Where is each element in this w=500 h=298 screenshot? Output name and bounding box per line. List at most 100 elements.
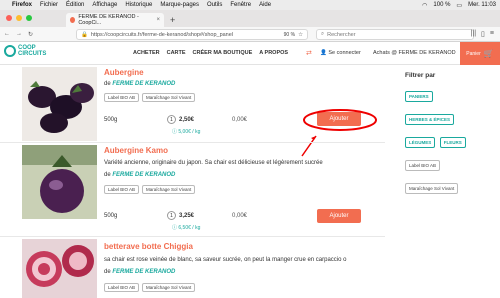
url-text: https://coopcircuits.fr/ferme-de-keranod… — [90, 31, 234, 38]
filter-title: Filtrer par — [405, 72, 436, 79]
product-price: 1 3,25€ — [167, 211, 194, 220]
product-title[interactable]: betterave botte Chiggia — [104, 242, 193, 251]
toolbar-icons: ||| ▯ ≡ — [471, 30, 494, 38]
menu-icon[interactable]: ≡ — [490, 30, 494, 38]
unit-price: ⓘ 6,50€ / kg — [172, 225, 201, 231]
betterave-image — [22, 239, 97, 298]
aubergine-image — [22, 67, 97, 141]
unit-price-value: 6,50€ / kg — [178, 225, 201, 231]
filter-legumes[interactable]: LÉGUMES — [405, 137, 436, 148]
nav-carte[interactable]: CARTE — [167, 50, 186, 56]
cart-label: Panier — [466, 50, 481, 57]
farm-link[interactable]: FERME DE KERANOD — [112, 81, 175, 87]
new-tab-icon[interactable]: + — [170, 15, 175, 25]
menu-edition[interactable]: Édition — [66, 2, 84, 8]
main-nav: ACHETER CARTE CRÉER MA BOUTIQUE A PROPOS — [133, 50, 288, 56]
zoom-window-button[interactable] — [26, 15, 32, 21]
forward-icon[interactable]: → — [16, 31, 22, 37]
product-title[interactable]: Aubergine — [104, 68, 144, 77]
macos-menubar: Firefox Fichier Édition Affichage Histor… — [0, 0, 500, 10]
tag-label-bio: Label BIO AB — [104, 283, 140, 292]
tag-sol-vivant: Maraîchage Sol Vivant — [142, 283, 196, 292]
bookmark-star-icon[interactable]: ☆ — [298, 32, 303, 38]
back-icon[interactable]: ← — [4, 31, 10, 37]
farm-link[interactable]: FERME DE KERANOD — [112, 269, 175, 275]
product-farm: de FERME DE KERANOD — [104, 172, 175, 178]
clock: Mer. 11:03 — [468, 2, 496, 8]
logo-icon — [4, 45, 16, 57]
library-icon[interactable]: ||| — [471, 30, 476, 38]
product-weight: 500g — [104, 117, 118, 123]
quantity-badge[interactable]: 1 — [167, 115, 176, 124]
login-link[interactable]: 👤 Se connecter — [320, 50, 361, 56]
tag-sol-vivant: Maraîchage Sol Vivant — [142, 93, 196, 102]
search-placeholder: Rechercher — [327, 31, 356, 38]
product-farm: de FERME DE KERANOD — [104, 269, 175, 275]
tag-label-bio: Label BIO AB — [104, 93, 140, 102]
nav-acheter[interactable]: ACHETER — [133, 50, 160, 56]
aubergine-kamo-image — [22, 145, 97, 219]
unit-price: ⓘ 5,00€ / kg — [172, 129, 201, 135]
switch-shop-icon[interactable]: ⇄ — [306, 49, 312, 57]
menu-fenetre[interactable]: Fenêtre — [230, 2, 251, 8]
navigation-toolbar: ← → ↻ 🔒 https://coopcircuits.fr/ferme-de… — [0, 27, 500, 42]
product-description: sa chair est rose veinée de blanc, sa sa… — [104, 257, 347, 263]
battery-label: 100 % — [433, 2, 451, 8]
product-tags: Label BIO AB Maraîchage Sol Vivant — [104, 185, 196, 194]
login-label: Se connecter — [328, 50, 361, 56]
unit-price-value: 5,00€ / kg — [178, 129, 201, 135]
coopcircuits-logo[interactable]: COOP CIRCUITS — [4, 45, 46, 57]
farm-prefix: de — [104, 172, 111, 178]
wifi-icon[interactable]: ◠ — [422, 2, 427, 9]
sidebar-icon[interactable]: ▯ — [481, 30, 485, 38]
cart-button[interactable]: Panier 🛒 — [460, 42, 500, 65]
quantity-badge[interactable]: 1 — [167, 211, 176, 220]
tab-title: FERME DE KERANOD - CoopCi... — [78, 14, 139, 26]
nav-a-propos[interactable]: A PROPOS — [259, 50, 288, 56]
logo-line2: CIRCUITS — [18, 51, 47, 57]
product-description: Variété ancienne, originaire du japon. S… — [104, 160, 323, 166]
minimize-window-button[interactable] — [16, 15, 22, 21]
product-tags: Label BIO AB Maraîchage Sol Vivant — [104, 283, 196, 292]
zoom-level[interactable]: 90 % — [284, 32, 295, 38]
menu-fichier[interactable]: Fichier — [40, 2, 58, 8]
window-controls — [0, 15, 38, 27]
menu-historique[interactable]: Historique — [125, 2, 152, 8]
filter-sol-vivant[interactable]: Maraîchage Sol Vivant — [405, 183, 459, 194]
menu-aide[interactable]: Aide — [259, 2, 271, 8]
nav-creer-boutique[interactable]: CRÉER MA BOUTIQUE — [193, 50, 253, 56]
menu-outils[interactable]: Outils — [207, 2, 222, 8]
red-annotation — [301, 109, 377, 157]
battery-icon[interactable]: ▭ — [456, 2, 462, 9]
site-header: COOP CIRCUITS ACHETER CARTE CRÉER MA BOUT… — [0, 42, 500, 65]
menu-marque-pages[interactable]: Marque-pages — [160, 2, 199, 8]
search-icon: ⌕ — [321, 31, 325, 37]
filter-herbes-epices[interactable]: HERBES & ÉPICES — [405, 114, 455, 125]
tag-label-bio: Label BIO AB — [104, 185, 140, 194]
price-value: 3,25€ — [179, 212, 195, 219]
search-input[interactable]: ⌕ Rechercher — [316, 29, 474, 40]
shop-selector[interactable]: Achats @ FERME DE KERANOD — [373, 50, 456, 56]
filter-paniers[interactable]: PANIERS — [405, 91, 433, 102]
farm-link[interactable]: FERME DE KERANOD — [112, 172, 175, 178]
favicon-icon — [70, 17, 76, 23]
product-weight: 500g — [104, 213, 118, 219]
divider — [0, 142, 385, 143]
cart-icon: 🛒 — [483, 49, 494, 58]
menubar-app-name[interactable]: Firefox — [12, 2, 32, 8]
farm-prefix: de — [104, 269, 111, 275]
address-bar[interactable]: 🔒 https://coopcircuits.fr/ferme-de-keran… — [76, 29, 308, 40]
menu-affichage[interactable]: Affichage — [92, 2, 117, 8]
menubar-status: ◠ 100 % ▭ Mer. 11:03 — [422, 2, 496, 9]
filter-label-bio[interactable]: Label BIO AB — [405, 160, 441, 171]
reload-icon[interactable]: ↻ — [28, 31, 33, 38]
browser-tab[interactable]: FERME DE KERANOD - CoopCi... × — [66, 13, 164, 27]
lock-icon: 🔒 — [81, 31, 88, 38]
filter-fleurs[interactable]: FLEURS — [439, 137, 466, 148]
product-title[interactable]: Aubergine Kamo — [104, 146, 168, 155]
close-window-button[interactable] — [6, 15, 12, 21]
product-price: 1 2,50€ — [167, 115, 194, 124]
add-to-cart-button[interactable]: Ajouter — [317, 209, 361, 223]
close-tab-icon[interactable]: × — [156, 17, 160, 23]
product-farm: de FERME DE KERANOD — [104, 81, 175, 87]
